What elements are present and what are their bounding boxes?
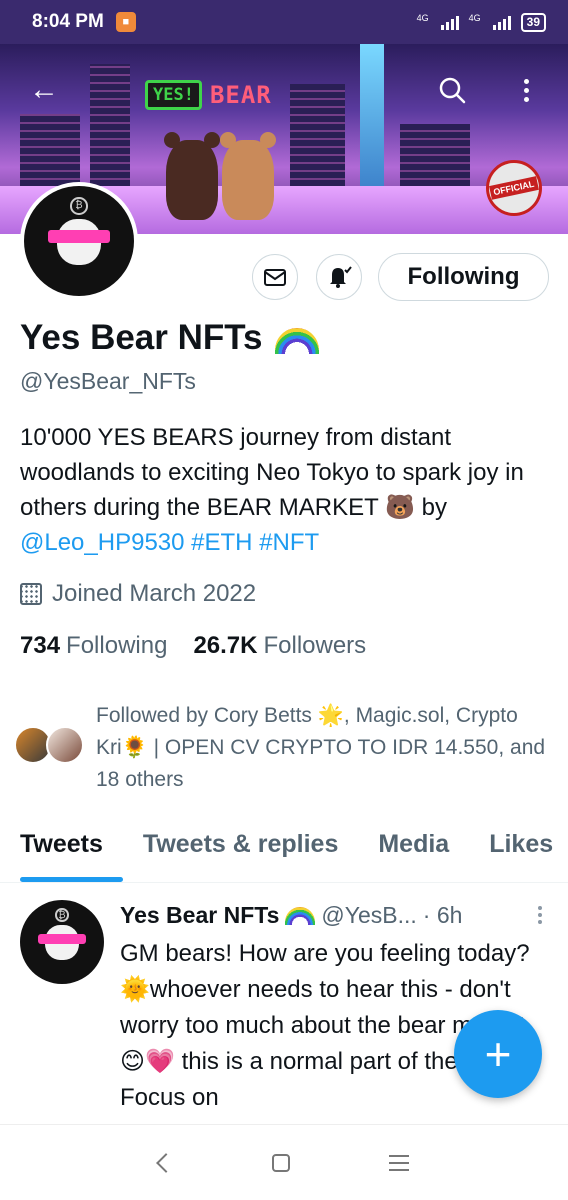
tweet-handle: @YesB... <box>321 902 417 928</box>
status-time: 8:04 PM <box>32 11 104 32</box>
bell-notify-icon <box>330 266 352 288</box>
light-bear-figure <box>220 132 276 220</box>
bitcoin-icon: ₿ <box>70 197 88 215</box>
calendar-icon <box>20 583 42 605</box>
status-indicators: 4G 4G 39 <box>416 12 546 32</box>
follower-avatar <box>46 726 84 764</box>
more-options-icon[interactable] <box>506 70 546 110</box>
joined-text: Joined March 2022 <box>52 580 257 607</box>
pink-glasses-shape <box>38 933 86 944</box>
tweet-more-icon[interactable] <box>538 906 542 924</box>
nav-home-icon[interactable] <box>271 1153 290 1172</box>
joined-date: Joined March 2022 <box>20 580 256 608</box>
follower-avatars <box>14 726 96 766</box>
tweet-author-name: Yes Bear NFTs <box>120 902 280 928</box>
battery-icon: 39 <box>520 12 546 32</box>
envelope-icon <box>264 269 286 286</box>
following-button[interactable]: Following <box>378 253 549 301</box>
bio-hashtag-nft[interactable]: #NFT <box>259 529 319 556</box>
tweet-avatar[interactable]: ₿ <box>20 900 104 984</box>
bio-mention-link[interactable]: @Leo_HP9530 <box>20 529 184 556</box>
follow-counts: 734 Following 26.7K Followers <box>20 632 366 660</box>
banner-tower <box>360 44 384 194</box>
notifications-button[interactable] <box>316 254 362 300</box>
network-label-2: 4G <box>468 12 481 23</box>
search-icon[interactable] <box>432 70 472 110</box>
followed-by-text: Followed by Cory Betts 🌟, Magic.sol, Cry… <box>96 704 546 791</box>
nav-back-icon[interactable] <box>156 1152 177 1173</box>
logo-yes-text: YES! <box>145 80 202 110</box>
logo-bear-text: BEAR <box>209 81 272 109</box>
following-count-link[interactable]: 734 Following <box>20 632 167 660</box>
tweet-time: · 6h <box>422 902 463 928</box>
status-bar: 8:04 PM ■ 4G 4G 39 <box>0 0 568 44</box>
signal-icon <box>492 14 511 30</box>
bio-text: 10'000 YES BEARS journey from distant wo… <box>20 424 524 521</box>
following-count: 734 <box>20 632 61 659</box>
profile-name-row: Yes Bear NFTs <box>20 318 319 358</box>
following-label: Following <box>66 632 168 659</box>
dark-bear-figure <box>164 132 220 220</box>
banner-building <box>90 64 130 194</box>
official-badge: OFFICIAL <box>486 160 542 216</box>
network-label-1: 4G <box>416 12 429 23</box>
tweet-header: Yes Bear NFTs @YesB... · 6h <box>120 902 550 929</box>
avatar-image: ₿ <box>24 186 134 296</box>
profile-handle: @YesBear_NFTs <box>20 368 196 394</box>
rainbow-icon <box>274 328 319 354</box>
official-text: OFFICIAL <box>489 176 539 200</box>
followers-label: Followers <box>263 632 367 659</box>
followers-count: 26.7K <box>193 632 258 659</box>
notification-app-icon: ■ <box>115 12 136 32</box>
message-button[interactable] <box>252 254 298 300</box>
signal-icon <box>440 14 459 30</box>
back-arrow-icon[interactable]: ← <box>24 70 64 110</box>
banner-building <box>290 84 345 194</box>
tab-tweets[interactable]: Tweets <box>0 820 123 882</box>
profile-avatar[interactable]: ₿ <box>20 182 138 300</box>
profile-bio: 10'000 YES BEARS journey from distant wo… <box>20 420 548 560</box>
yes-bear-logo: YES! BEAR <box>145 80 272 110</box>
profile-tabs: Tweets Tweets & replies Media Likes <box>0 820 568 883</box>
tab-tweets-replies[interactable]: Tweets & replies <box>123 820 358 882</box>
profile-name: Yes Bear NFTs <box>20 318 263 357</box>
pink-glasses-shape <box>48 230 110 244</box>
banner-building <box>400 124 470 194</box>
bitcoin-icon: ₿ <box>55 908 69 922</box>
followed-by-section[interactable]: Followed by Cory Betts 🌟, Magic.sol, Cry… <box>14 700 554 796</box>
system-nav-bar <box>0 1124 568 1200</box>
followers-count-link[interactable]: 26.7K Followers <box>193 632 366 660</box>
rainbow-icon <box>285 906 316 925</box>
tab-likes[interactable]: Likes <box>469 820 568 882</box>
tab-media[interactable]: Media <box>358 820 469 882</box>
nav-recents-icon[interactable] <box>388 1154 409 1171</box>
compose-tweet-button[interactable]: + <box>454 1010 542 1098</box>
bio-hashtag-eth[interactable]: #ETH <box>191 529 252 556</box>
